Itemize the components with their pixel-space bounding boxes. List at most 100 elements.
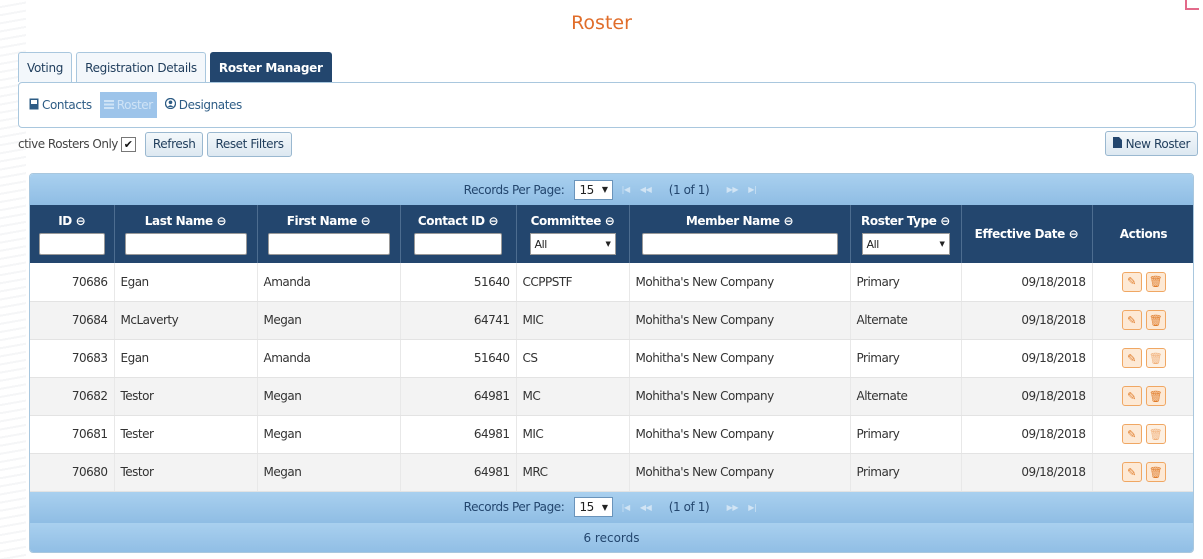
contact-id-filter-input[interactable] xyxy=(414,233,502,255)
roster-type-filter-select[interactable]: All ▼ xyxy=(861,233,950,255)
cell-first-name: Megan xyxy=(257,377,401,416)
col-committee-label: Committee ⊖ xyxy=(530,214,615,228)
cell-first-name: Megan xyxy=(257,415,401,454)
pencil-icon: ✎ xyxy=(1127,351,1136,365)
first-name-filter-input[interactable] xyxy=(267,233,390,255)
contact-card-icon xyxy=(29,98,39,113)
id-filter-input[interactable] xyxy=(38,233,105,255)
cell-last-name: Testor xyxy=(114,377,258,416)
row-actions: ✎ 🗑 xyxy=(1099,424,1189,444)
pencil-icon: ✎ xyxy=(1127,313,1136,327)
delete-button[interactable]: 🗑 xyxy=(1145,424,1166,444)
col-id[interactable]: ID ⊖ xyxy=(30,205,115,263)
cell-member-name: Mohitha's New Company xyxy=(629,377,851,416)
checkmark-icon: ✔ xyxy=(123,138,134,151)
table-row[interactable]: 70680 Testor Megan 64981 MRC Mohitha's New Co… xyxy=(30,453,1193,492)
new-roster-button[interactable]: New Roster xyxy=(1104,131,1198,156)
table-row[interactable]: 70683 Egan Amanda 51640 CS Mohitha's New Comp… xyxy=(30,339,1193,378)
col-contact-id[interactable]: Contact ID ⊖ xyxy=(400,205,517,263)
prev-page-icon[interactable]: ◀◀ xyxy=(639,183,653,197)
records-per-page-label: Records Per Page: xyxy=(463,182,565,197)
delete-button[interactable]: 🗑 xyxy=(1145,310,1166,330)
trash-icon: 🗑 xyxy=(1148,313,1163,327)
table-row[interactable]: 70682 Testor Megan 64981 MC Mohitha's New Com… xyxy=(30,377,1193,416)
tab-voting[interactable]: Voting xyxy=(18,52,73,82)
col-id-label: ID ⊖ xyxy=(58,214,86,228)
table-row[interactable]: 70686 Egan Amanda 51640 CCPPSTF Mohitha's New… xyxy=(30,263,1193,302)
cell-roster-type: Primary xyxy=(850,339,962,378)
active-rosters-only-checkbox[interactable]: ✔ xyxy=(120,136,136,152)
edit-button[interactable]: ✎ xyxy=(1121,271,1142,292)
delete-button[interactable]: 🗑 xyxy=(1145,271,1166,292)
tab-registration-details[interactable]: Registration Details xyxy=(76,52,206,82)
cell-first-name: Megan xyxy=(257,301,401,340)
edit-button[interactable]: ✎ xyxy=(1121,310,1142,330)
cell-last-name: Egan xyxy=(114,263,258,302)
pager-top: Records Per Page: 15 ▼ |◀ ◀◀ (1 of 1) ▶▶… xyxy=(30,174,1193,205)
col-roster-type[interactable]: Roster Type ⊖ All ▼ xyxy=(850,205,962,263)
roster-rows: 70686 Egan Amanda 51640 CCPPSTF Mohitha's New… xyxy=(30,263,1193,492)
refresh-button[interactable]: Refresh xyxy=(144,131,204,157)
records-per-page-value: 15 xyxy=(579,182,594,197)
row-actions: ✎ 🗑 xyxy=(1099,462,1189,482)
table-row[interactable]: 70681 Tester Megan 64981 MIC Mohitha's New Co… xyxy=(30,415,1193,454)
cell-committee: MC xyxy=(516,377,630,416)
trash-icon: 🗑 xyxy=(1148,351,1163,365)
cell-actions: ✎ 🗑 xyxy=(1092,453,1193,492)
col-last-name[interactable]: Last Name ⊖ xyxy=(114,205,258,263)
edit-button[interactable]: ✎ xyxy=(1121,386,1142,406)
cell-contact-id: 64981 xyxy=(400,377,517,416)
first-page-icon[interactable]: |◀ xyxy=(619,183,633,197)
col-first-name[interactable]: First Name ⊖ xyxy=(257,205,401,263)
last-page-icon[interactable]: ▶| xyxy=(745,500,759,514)
cell-id: 70680 xyxy=(30,453,115,492)
cell-effective-date: 09/18/2018 xyxy=(961,301,1093,340)
subtab-roster[interactable]: Roster xyxy=(99,92,157,118)
cell-committee: MRC xyxy=(516,453,630,492)
last-page-icon[interactable]: ▶| xyxy=(745,183,759,197)
cell-effective-date: 09/18/2018 xyxy=(961,263,1093,302)
col-member-name[interactable]: Member Name ⊖ xyxy=(629,205,851,263)
cell-committee: CS xyxy=(516,339,630,378)
cell-actions: ✎ 🗑 xyxy=(1092,263,1193,302)
subtab-contacts[interactable]: Contacts xyxy=(27,92,94,118)
cell-member-name: Mohitha's New Company xyxy=(629,453,851,492)
subtab-designates-label: Designates xyxy=(178,98,243,112)
cell-first-name: Amanda xyxy=(257,339,401,378)
cell-contact-id: 64741 xyxy=(400,301,517,340)
col-effective-date-label: Effective Date ⊖ xyxy=(974,227,1079,241)
subtab-roster-label: Roster xyxy=(116,98,153,112)
tab-roster-manager[interactable]: Roster Manager xyxy=(209,52,332,82)
page-info: (1 of 1) xyxy=(668,182,710,197)
records-per-page-select[interactable]: 15 ▼ xyxy=(574,497,613,517)
cell-contact-id: 51640 xyxy=(400,263,517,302)
cell-actions: ✎ 🗑 xyxy=(1092,301,1193,340)
table-row[interactable]: 70684 McLaverty Megan 64741 MIC Mohitha's New… xyxy=(30,301,1193,340)
cell-actions: ✎ 🗑 xyxy=(1092,415,1193,454)
prev-page-icon[interactable]: ◀◀ xyxy=(639,500,653,514)
edit-button[interactable]: ✎ xyxy=(1121,424,1142,444)
member-name-filter-input[interactable] xyxy=(641,233,838,255)
next-page-icon[interactable]: ▶▶ xyxy=(725,500,739,514)
col-effective-date[interactable]: Effective Date ⊖ xyxy=(961,205,1093,263)
edit-button[interactable]: ✎ xyxy=(1121,462,1142,482)
next-page-icon[interactable]: ▶▶ xyxy=(725,183,739,197)
delete-button[interactable]: 🗑 xyxy=(1145,348,1166,368)
edit-button[interactable]: ✎ xyxy=(1121,348,1142,368)
cell-contact-id: 51640 xyxy=(400,339,517,378)
roster-grid: Records Per Page: 15 ▼ |◀ ◀◀ (1 of 1) ▶▶… xyxy=(29,173,1194,553)
corner-mark xyxy=(1185,0,1199,10)
records-per-page-select[interactable]: 15 ▼ xyxy=(574,179,613,200)
delete-button[interactable]: 🗑 xyxy=(1145,462,1166,482)
last-name-filter-input[interactable] xyxy=(124,233,247,255)
subtab-designates[interactable]: Designates xyxy=(163,92,244,118)
pager-bottom: Records Per Page: 15 ▼ |◀ ◀◀ (1 of 1) ▶▶… xyxy=(30,491,1193,523)
cell-id: 70684 xyxy=(30,301,115,340)
row-actions: ✎ 🗑 xyxy=(1099,310,1189,330)
delete-button[interactable]: 🗑 xyxy=(1145,386,1166,406)
committee-filter-select[interactable]: All ▼ xyxy=(529,233,616,255)
cell-first-name: Amanda xyxy=(257,263,401,302)
reset-filters-button[interactable]: Reset Filters xyxy=(207,131,292,157)
first-page-icon[interactable]: |◀ xyxy=(619,500,633,514)
col-committee[interactable]: Committee ⊖ All ▼ xyxy=(516,205,630,263)
